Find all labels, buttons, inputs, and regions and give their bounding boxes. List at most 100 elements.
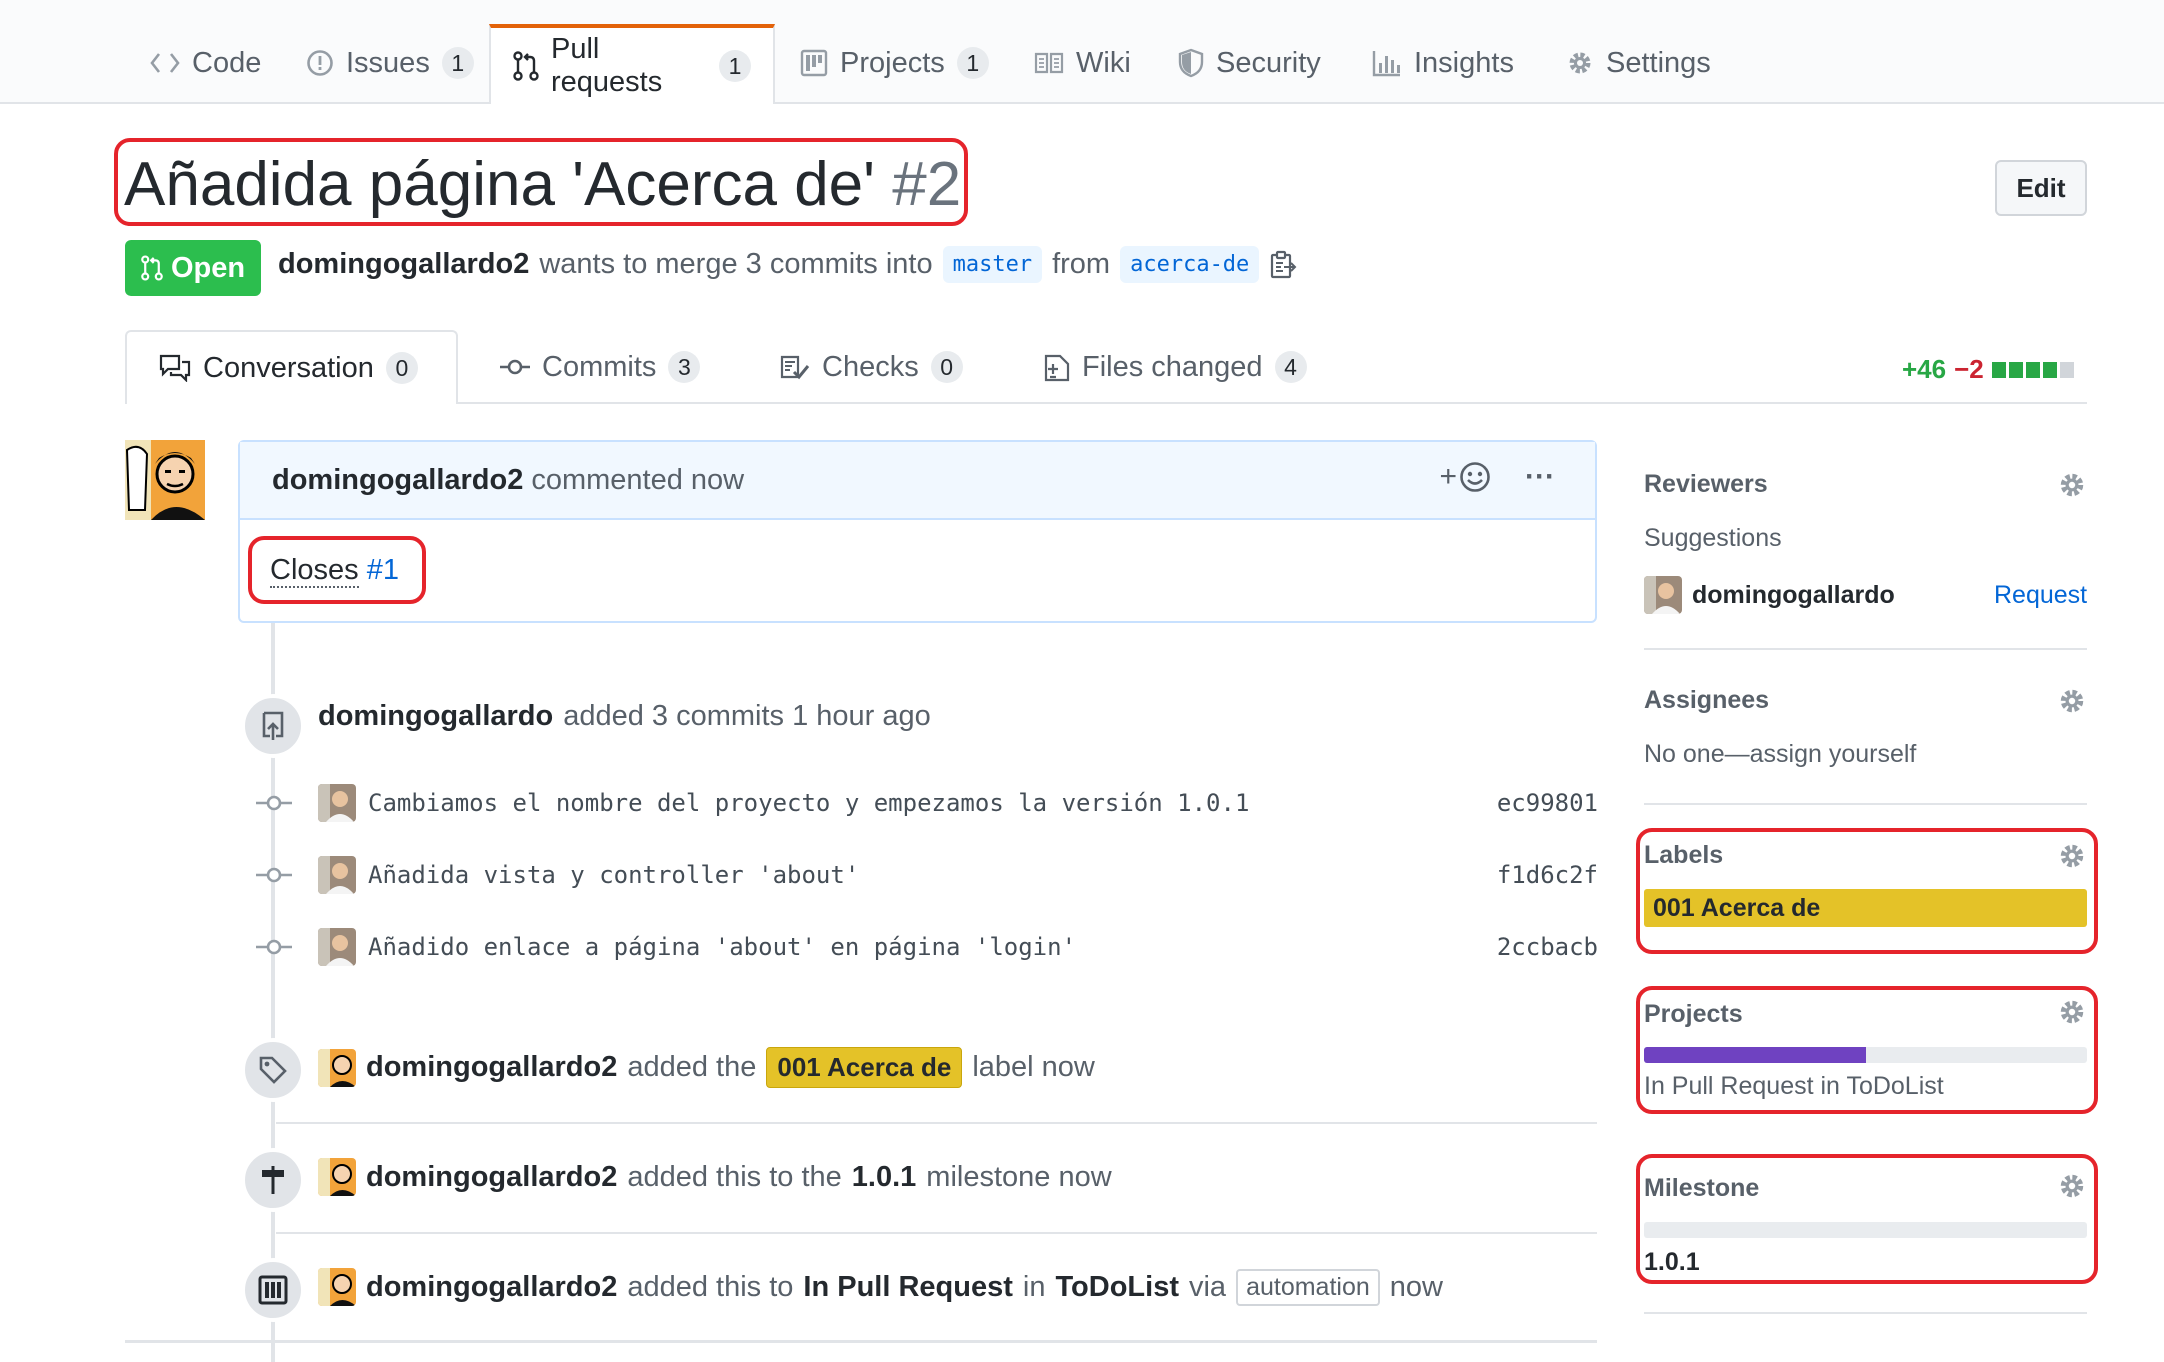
tab-files-changed[interactable]: Files changed 4 — [1044, 330, 1307, 404]
avatar — [318, 856, 356, 894]
base-branch[interactable]: master — [942, 246, 1043, 283]
commit-message[interactable]: Cambiamos el nombre del proyecto y empez… — [368, 789, 1249, 817]
commit-message[interactable]: Añadido enlace a página 'about' en págin… — [368, 933, 1076, 961]
nav-tab-wiki[interactable]: Wiki — [1034, 24, 1131, 102]
checklist-icon — [780, 355, 810, 380]
label-chip[interactable]: 001 Acerca de — [766, 1047, 963, 1088]
assignees-heading: Assignees — [1644, 686, 1770, 714]
avatar — [318, 928, 356, 966]
diffstat: +46 −2 — [1902, 354, 2077, 385]
nav-code-label: Code — [192, 46, 262, 79]
milestone-event-author[interactable]: domingogallardo2 — [366, 1161, 617, 1194]
nav-insights-label: Insights — [1414, 46, 1514, 79]
commit-dot-icon — [256, 867, 292, 883]
nav-tab-pull-requests[interactable]: Pull requests 1 — [489, 24, 775, 104]
commits-event: domingogallardo added 3 commits 1 hour a… — [318, 700, 931, 733]
tag-icon — [259, 1056, 287, 1084]
issue-icon — [307, 50, 333, 76]
assignees-section: Assignees — [1644, 686, 2087, 715]
project-badge — [241, 1258, 305, 1322]
timeline-bottom-rule — [125, 1340, 1597, 1343]
milestone-section: Milestone — [1644, 1174, 2087, 1203]
commit-sha[interactable]: 2ccbacb — [1497, 933, 1598, 961]
avatar — [318, 784, 356, 822]
project-event-project[interactable]: ToDoList — [1055, 1271, 1179, 1304]
commit-message[interactable]: Añadida vista y controller 'about' — [368, 861, 859, 889]
nav-tab-security[interactable]: Security — [1178, 24, 1321, 102]
nav-pulls-label: Pull requests — [551, 33, 663, 98]
nav-tab-code[interactable]: Code — [150, 24, 261, 102]
conversation-count: 0 — [385, 352, 418, 384]
nav-tab-settings[interactable]: Settings — [1566, 24, 1711, 102]
nav-tab-insights[interactable]: Insights — [1372, 24, 1514, 102]
label-event-author[interactable]: domingogallardo2 — [366, 1051, 617, 1084]
smiley-icon — [1460, 462, 1490, 492]
milestone-event: domingogallardo2 added this to the 1.0.1… — [318, 1158, 1112, 1196]
milestone-event-name[interactable]: 1.0.1 — [852, 1161, 917, 1194]
deletions-count: −2 — [1954, 354, 1984, 384]
commit-sha[interactable]: f1d6c2f — [1497, 861, 1598, 889]
commit-row: Añadida vista y controller 'about' f1d6c… — [318, 853, 1598, 897]
reviewers-heading: Reviewers — [1644, 470, 1768, 498]
from-text: from — [1052, 248, 1111, 280]
comment-box: domingogallardo2 commented now + ··· — [238, 440, 1597, 623]
comment-discussion-icon — [159, 354, 191, 382]
state-badge: Open — [125, 240, 262, 296]
project-progress-bar — [1644, 1047, 2087, 1063]
gear-icon[interactable] — [2057, 470, 2087, 500]
project-event-author[interactable]: domingogallardo2 — [366, 1271, 617, 1304]
issue-link[interactable]: #1 — [367, 554, 399, 586]
reviewer-name[interactable]: domingogallardo — [1692, 581, 1895, 610]
commit-dot-icon — [256, 939, 292, 955]
commit-sha[interactable]: ec99801 — [1497, 789, 1598, 817]
sidebar-label-chip[interactable]: 001 Acerca de — [1644, 889, 2087, 927]
closes-keyword: Closes — [270, 554, 359, 588]
request-review-link[interactable]: Request — [1994, 581, 2087, 610]
add-reaction-button[interactable]: + — [1439, 460, 1491, 494]
gear-icon[interactable] — [2057, 1171, 2087, 1201]
issues-count: 1 — [441, 47, 474, 79]
pr-title-text: Añadida página 'Acerca de' — [124, 150, 875, 219]
labels-heading: Labels — [1644, 841, 1724, 869]
checks-count: 0 — [930, 351, 963, 383]
gear-icon[interactable] — [2057, 686, 2087, 716]
graph-icon — [1372, 51, 1400, 77]
clippy-icon[interactable] — [1269, 250, 1297, 280]
repo-push-badge — [241, 694, 305, 758]
comment-header: domingogallardo2 commented now + ··· — [240, 442, 1595, 520]
commit-row: Cambiamos el nombre del proyecto y empez… — [318, 781, 1598, 825]
nav-tab-projects[interactable]: Projects 1 — [800, 24, 989, 102]
commit-row: Añadido enlace a página 'about' en págin… — [318, 925, 1598, 969]
comment-more-button[interactable]: ··· — [1525, 460, 1555, 494]
avatar — [1644, 576, 1682, 614]
milestone-event-post: milestone now — [926, 1160, 1112, 1193]
diffstat-blocks — [1991, 354, 2077, 385]
milestone-name[interactable]: 1.0.1 — [1644, 1248, 2087, 1277]
project-event-column[interactable]: In Pull Request — [803, 1271, 1012, 1304]
file-diff-icon — [1044, 354, 1070, 382]
project-event-via: via — [1188, 1270, 1227, 1303]
gear-icon[interactable] — [2057, 841, 2087, 871]
projects-section: Projects — [1644, 1000, 2087, 1029]
nav-tab-issues[interactable]: Issues 1 — [306, 24, 474, 102]
avatar[interactable] — [125, 440, 205, 520]
head-branch[interactable]: acerca-de — [1120, 246, 1260, 283]
tab-checks-label: Checks — [822, 350, 919, 383]
avatar — [318, 1048, 356, 1087]
edit-button[interactable]: Edit — [1995, 160, 2087, 216]
pr-author-link[interactable]: domingogallardo2 — [278, 248, 529, 281]
pulls-count: 1 — [719, 50, 751, 82]
commits-event-author[interactable]: domingogallardo — [318, 700, 553, 733]
assign-yourself-link[interactable]: No one—assign yourself — [1644, 740, 2087, 769]
reviewers-suggestions: Suggestions — [1644, 524, 1782, 552]
tab-conversation[interactable]: Conversation 0 — [125, 330, 458, 404]
gear-icon[interactable] — [2057, 997, 2087, 1027]
tab-commits[interactable]: Commits 3 — [500, 330, 701, 404]
book-icon — [1034, 52, 1064, 74]
comment-author[interactable]: domingogallardo2 — [272, 464, 523, 497]
tab-checks[interactable]: Checks 0 — [780, 330, 963, 404]
tag-badge — [241, 1038, 305, 1102]
label-event-pre: added the — [627, 1051, 757, 1083]
nav-wiki-label: Wiki — [1076, 46, 1131, 79]
project-status[interactable]: In Pull Request in ToDoList — [1644, 1072, 2087, 1101]
